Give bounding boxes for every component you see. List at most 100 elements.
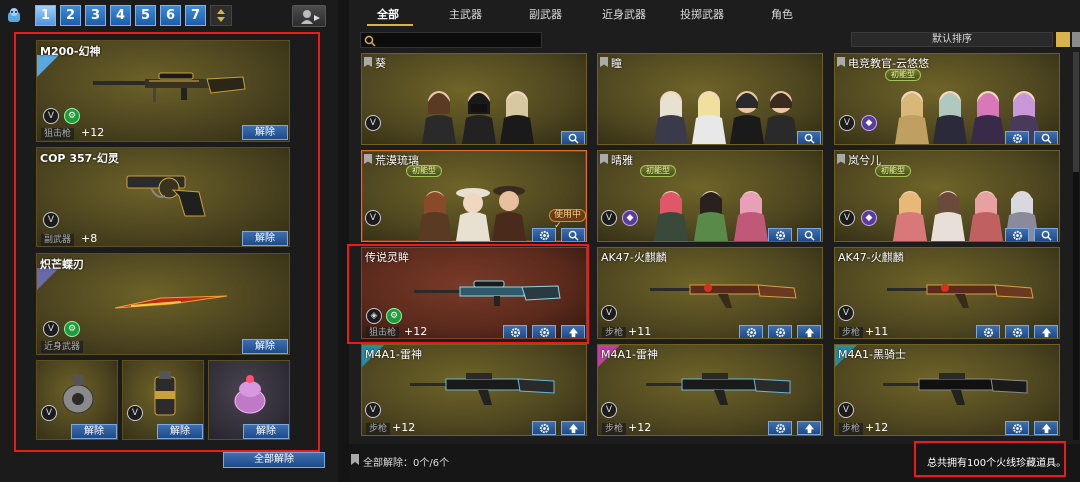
search-input[interactable]: [360, 32, 542, 48]
tab-all[interactable]: 全部: [377, 6, 399, 22]
vip-badge-icon: ◈: [366, 308, 382, 324]
page-button-7[interactable]: 7: [185, 5, 206, 26]
slot-title: M200-幻神: [40, 45, 101, 58]
vip-badge-icon: V: [43, 321, 59, 337]
search-icon: [568, 230, 579, 241]
tab-secondary[interactable]: 副武器: [529, 6, 562, 22]
page-button-1[interactable]: 1: [35, 5, 56, 26]
upgrade-button[interactable]: [561, 325, 585, 338]
share-button[interactable]: [292, 5, 326, 27]
enhance-level: +12: [404, 325, 428, 338]
item-card[interactable]: M4A1-雷神 V 步枪 +12: [361, 344, 587, 436]
upgrade-button[interactable]: [797, 325, 821, 338]
page-button-5[interactable]: 5: [135, 5, 156, 26]
arrow-up-icon: [568, 327, 579, 338]
enhance-level: +12: [392, 421, 416, 434]
item-card[interactable]: 电竞教官-云悠悠 初能型 V ◆: [834, 53, 1060, 145]
upgrade-button[interactable]: [1034, 421, 1058, 435]
page-button-2[interactable]: 2: [60, 5, 81, 26]
loadout-slot-grenade[interactable]: V 解除: [36, 360, 118, 440]
loadout-toolbar: 1 2 3 4 5 6 7: [0, 0, 338, 30]
tab-primary[interactable]: 主武器: [449, 6, 482, 22]
enhance-button[interactable]: [503, 325, 527, 338]
enhance-button[interactable]: [1005, 421, 1029, 435]
tab-throwable[interactable]: 投掷武器: [680, 6, 724, 22]
preview-button[interactable]: [561, 228, 585, 241]
character-portrait: [492, 186, 526, 241]
remove-button[interactable]: 解除: [242, 125, 288, 140]
item-card[interactable]: 葵 V: [361, 53, 587, 145]
enhance-button[interactable]: [739, 325, 763, 338]
tab-character[interactable]: 角色: [771, 6, 793, 22]
preview-button[interactable]: [797, 228, 821, 241]
sort-dropdown[interactable]: 默认排序: [851, 32, 1053, 47]
item-card[interactable]: AK47-火麒麟 V 步枪 +11: [597, 247, 823, 339]
sniper-rifle-image: [93, 72, 246, 102]
remove-button[interactable]: 解除: [243, 424, 289, 439]
page-button-3[interactable]: 3: [85, 5, 106, 26]
settings-button[interactable]: [532, 325, 556, 338]
item-card[interactable]: 岚兮儿 初能型 V ◆: [834, 150, 1060, 242]
class-label: 初能型: [640, 165, 676, 177]
weapon-category-label: 狙击枪: [41, 128, 75, 140]
remove-button[interactable]: 解除: [71, 424, 117, 439]
search-icon: [1041, 230, 1052, 241]
settings-button[interactable]: [768, 325, 792, 338]
item-card[interactable]: 晴雅 初能型 V ◆: [597, 150, 823, 242]
item-card[interactable]: 传说灵眸 ◈ ⚙ 狙击枪 +12: [361, 247, 587, 339]
preview-button[interactable]: [1034, 131, 1058, 144]
loadout-slot-flash[interactable]: 解除: [208, 360, 290, 440]
arrow-up-icon: [804, 327, 815, 338]
loadout-slot-secondary[interactable]: COP 357-幻灵 V 副武器 +8 解除: [36, 147, 290, 247]
smoke-grenade-image: [154, 371, 176, 416]
enhance-button[interactable]: [768, 421, 792, 435]
enhance-button[interactable]: [976, 325, 1000, 338]
weapon-category-label: 步枪: [602, 423, 627, 435]
upgrade-badge-icon: ⚙: [386, 308, 402, 324]
vip-badge-icon: V: [838, 402, 854, 418]
loadout-slot-primary[interactable]: M200-幻神 V ⚙ 狙击枪 +12 解除: [36, 40, 290, 142]
enhance-button[interactable]: [532, 421, 556, 435]
item-card[interactable]: 荒漠琉璃 初能型 V 使用中✓: [361, 150, 587, 242]
upgrade-button[interactable]: [561, 421, 585, 435]
settings-button[interactable]: [1005, 325, 1029, 338]
search-icon: [568, 133, 579, 144]
assault-rifle-image: [887, 284, 1034, 308]
scrollbar-thumb[interactable]: [1073, 52, 1079, 172]
preview-button[interactable]: [1034, 228, 1058, 241]
gear-icon: [775, 327, 786, 338]
class-badge-icon: ◆: [622, 210, 638, 226]
list-view-icon[interactable]: [1056, 32, 1070, 47]
item-card[interactable]: M4A1-雷神 V 步枪 +12: [597, 344, 823, 436]
page-button-6[interactable]: 6: [160, 5, 181, 26]
cake-grenade-image: [234, 375, 266, 414]
arrow-up-icon: [568, 423, 579, 434]
grid-view-icon[interactable]: [1072, 32, 1080, 47]
settings-button[interactable]: [768, 228, 792, 241]
settings-button[interactable]: [532, 228, 556, 241]
inventory-footer: 全部解除：0个/6个 总共拥有100个火线珍藏道具。: [349, 444, 1080, 482]
upgrade-button[interactable]: [1034, 325, 1058, 338]
item-card[interactable]: M4A1-黑骑士 V 步枪 +12: [834, 344, 1060, 436]
vip-badge-icon: V: [601, 305, 617, 321]
preview-button[interactable]: [561, 131, 585, 144]
settings-button[interactable]: [1005, 228, 1029, 241]
sniper-rifle-image: [414, 280, 561, 306]
remove-button[interactable]: 解除: [157, 424, 203, 439]
clear-all-button[interactable]: 全部解除: [223, 452, 325, 468]
page-scroll-button[interactable]: [210, 5, 232, 26]
page-button-4[interactable]: 4: [110, 5, 131, 26]
gear-icon: [539, 230, 550, 241]
tab-melee[interactable]: 近身武器: [602, 6, 646, 22]
remove-button[interactable]: 解除: [242, 339, 288, 354]
item-card[interactable]: 瞳: [597, 53, 823, 145]
item-card[interactable]: AK47-火麒麟 V 步枪 +11: [834, 247, 1060, 339]
upgrade-button[interactable]: [797, 421, 821, 435]
enhance-level: +12: [865, 421, 889, 434]
loadout-slot-smoke[interactable]: V 解除: [122, 360, 204, 440]
loadout-slot-melee[interactable]: 炽芒蝶刃 V ⚙ 近身武器 解除: [36, 253, 290, 355]
settings-button[interactable]: [1005, 131, 1029, 144]
preview-button[interactable]: [797, 131, 821, 144]
backpack-icon[interactable]: [6, 7, 22, 23]
remove-button[interactable]: 解除: [242, 231, 288, 246]
